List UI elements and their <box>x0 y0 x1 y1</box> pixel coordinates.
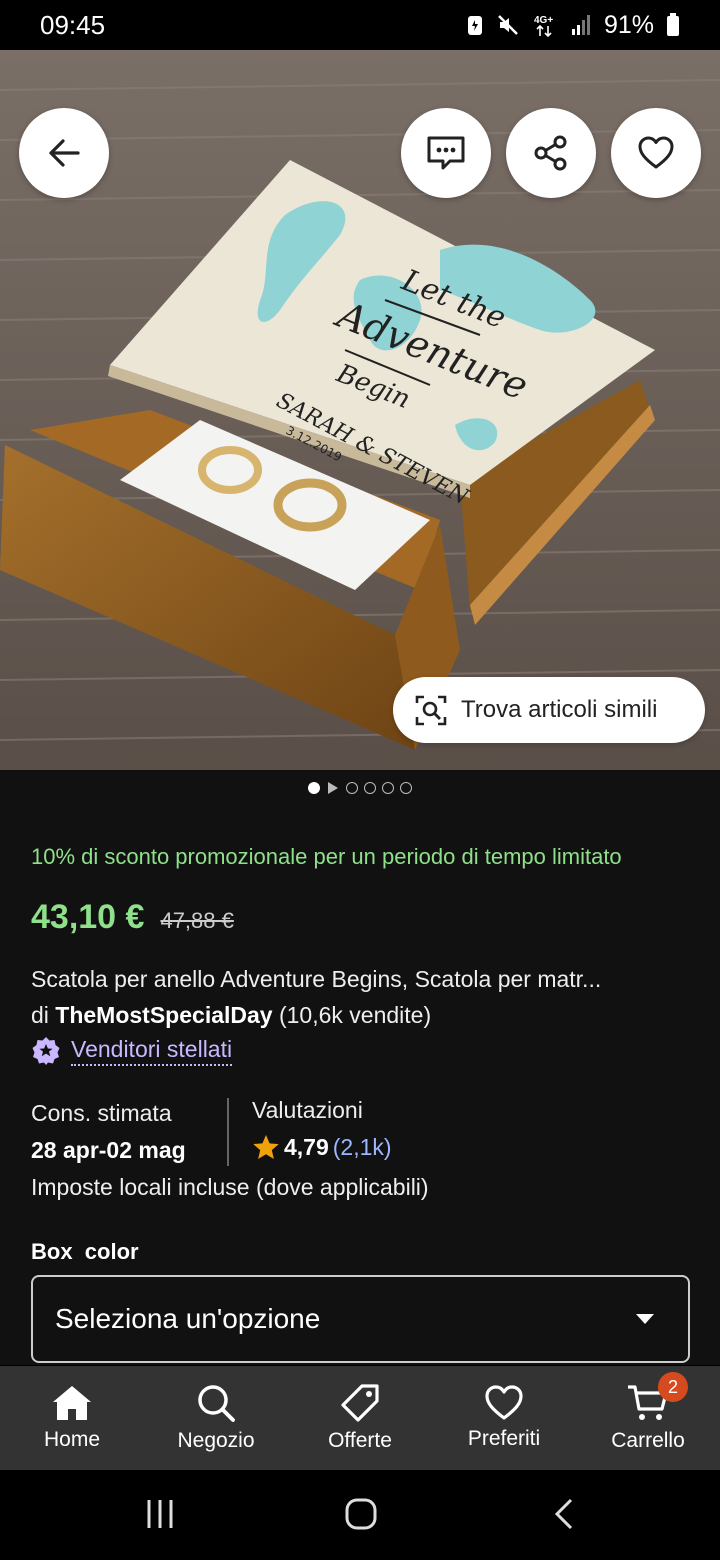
home-icon <box>53 1386 91 1420</box>
select-placeholder: Seleziona un'opzione <box>55 1303 321 1334</box>
box-color-select[interactable]: Seleziona un'opzione <box>31 1275 690 1363</box>
share-icon <box>534 135 567 171</box>
back-nav-icon[interactable] <box>552 1497 576 1531</box>
video-dot-icon[interactable] <box>328 782 338 794</box>
rating-value: 4,79 <box>284 1134 329 1160</box>
delivery-label: Cons. stimata <box>31 1100 172 1126</box>
star-seller-label: Venditori stellati <box>71 1036 233 1066</box>
nav-favorites[interactable]: Preferiti <box>432 1366 576 1470</box>
product-image[interactable]: Let the Adventure Begin SARAH & STEVEN 3… <box>0 50 720 770</box>
nav-cart[interactable]: Carrello 2 <box>576 1366 720 1470</box>
nav-deals[interactable]: Offerte <box>288 1366 432 1470</box>
mute-icon <box>498 15 518 35</box>
star-seller-icon <box>32 1037 60 1065</box>
shop-line: di TheMostSpecialDay (10,6k vendite) <box>31 1002 431 1029</box>
star-icon <box>253 1135 279 1159</box>
message-icon <box>427 136 465 170</box>
arrow-left-icon <box>49 139 80 167</box>
signal-icon <box>571 15 590 35</box>
nav-cart-label: Carrello <box>611 1429 685 1452</box>
gallery-dot[interactable] <box>382 782 394 794</box>
search-icon <box>198 1385 235 1422</box>
battery-icon <box>667 13 679 36</box>
promo-text: 10% di sconto promozionale per un period… <box>31 844 622 869</box>
reviews-count-link[interactable]: (2,1k) <box>333 1134 392 1161</box>
gallery-dot[interactable] <box>308 782 320 794</box>
product-title[interactable]: Scatola per anello Adventure Begins, Sca… <box>31 966 691 993</box>
nav-home-label: Home <box>43 1428 101 1451</box>
rating-row: 4,79 (2,1k) <box>252 1134 392 1161</box>
data-saver-icon <box>467 16 482 35</box>
heart-icon <box>638 136 674 169</box>
dropdown-caret-icon <box>636 1314 654 1324</box>
original-price: 47,88 € <box>160 908 234 933</box>
star-seller-badge[interactable]: Venditori stellati <box>31 1036 233 1066</box>
bottom-navigation: Home Negozio Offerte Preferiti Carrello … <box>0 1366 720 1470</box>
divider <box>227 1098 229 1166</box>
shop-sales: (10,6k vendite) <box>278 1002 432 1028</box>
delivery-value: 28 apr-02 mag <box>31 1137 186 1163</box>
reviews-label: Valutazioni <box>252 1097 363 1123</box>
status-bar: 09:45 4G+ 91% <box>0 0 720 50</box>
gallery-dot[interactable] <box>346 782 358 794</box>
nav-favorites-label: Preferiti <box>467 1427 541 1450</box>
gallery-dot[interactable] <box>364 782 376 794</box>
svg-text:4G+: 4G+ <box>534 15 553 26</box>
heart-icon <box>485 1385 523 1420</box>
status-icons: 4G+ 91% <box>466 11 680 40</box>
nav-home[interactable]: Home <box>0 1366 144 1470</box>
gallery-dot[interactable] <box>400 782 412 794</box>
gallery-indicator <box>0 782 720 794</box>
system-navigation <box>0 1470 720 1560</box>
recent-apps-icon[interactable] <box>145 1498 175 1530</box>
option-label: Box color <box>31 1239 139 1264</box>
nav-deals-label: Offerte <box>328 1429 392 1452</box>
cart-count-badge: 2 <box>658 1372 688 1402</box>
tax-note: Imposte locali incluse (dove applicabili… <box>31 1174 429 1200</box>
current-price: 43,10 € <box>31 898 145 936</box>
tag-icon <box>341 1384 379 1422</box>
shop-name-link[interactable]: TheMostSpecialDay <box>55 1002 272 1028</box>
find-similar-button[interactable]: Trova articoli simili <box>393 677 705 743</box>
nav-shop[interactable]: Negozio <box>144 1366 288 1470</box>
share-button[interactable] <box>506 108 596 198</box>
back-button[interactable] <box>19 108 109 198</box>
price-row: 43,10 € 47,88 € <box>31 898 234 937</box>
estimated-delivery: Cons. stimata 28 apr-02 mag <box>31 1100 186 1164</box>
favorite-button[interactable] <box>611 108 701 198</box>
home-nav-icon[interactable] <box>344 1497 378 1531</box>
battery-percent: 91% <box>603 10 654 39</box>
status-time: 09:45 <box>40 9 106 40</box>
message-seller-button[interactable] <box>401 108 491 198</box>
shop-by-label: di <box>31 1002 49 1028</box>
find-similar-label: Trova articoli simili <box>461 696 658 723</box>
nav-shop-label: Negozio <box>177 1429 255 1452</box>
network-4g-icon: 4G+ <box>534 15 553 38</box>
reviews-summary[interactable]: Valutazioni 4,79 (2,1k) <box>252 1097 392 1161</box>
visual-search-icon <box>415 695 447 726</box>
